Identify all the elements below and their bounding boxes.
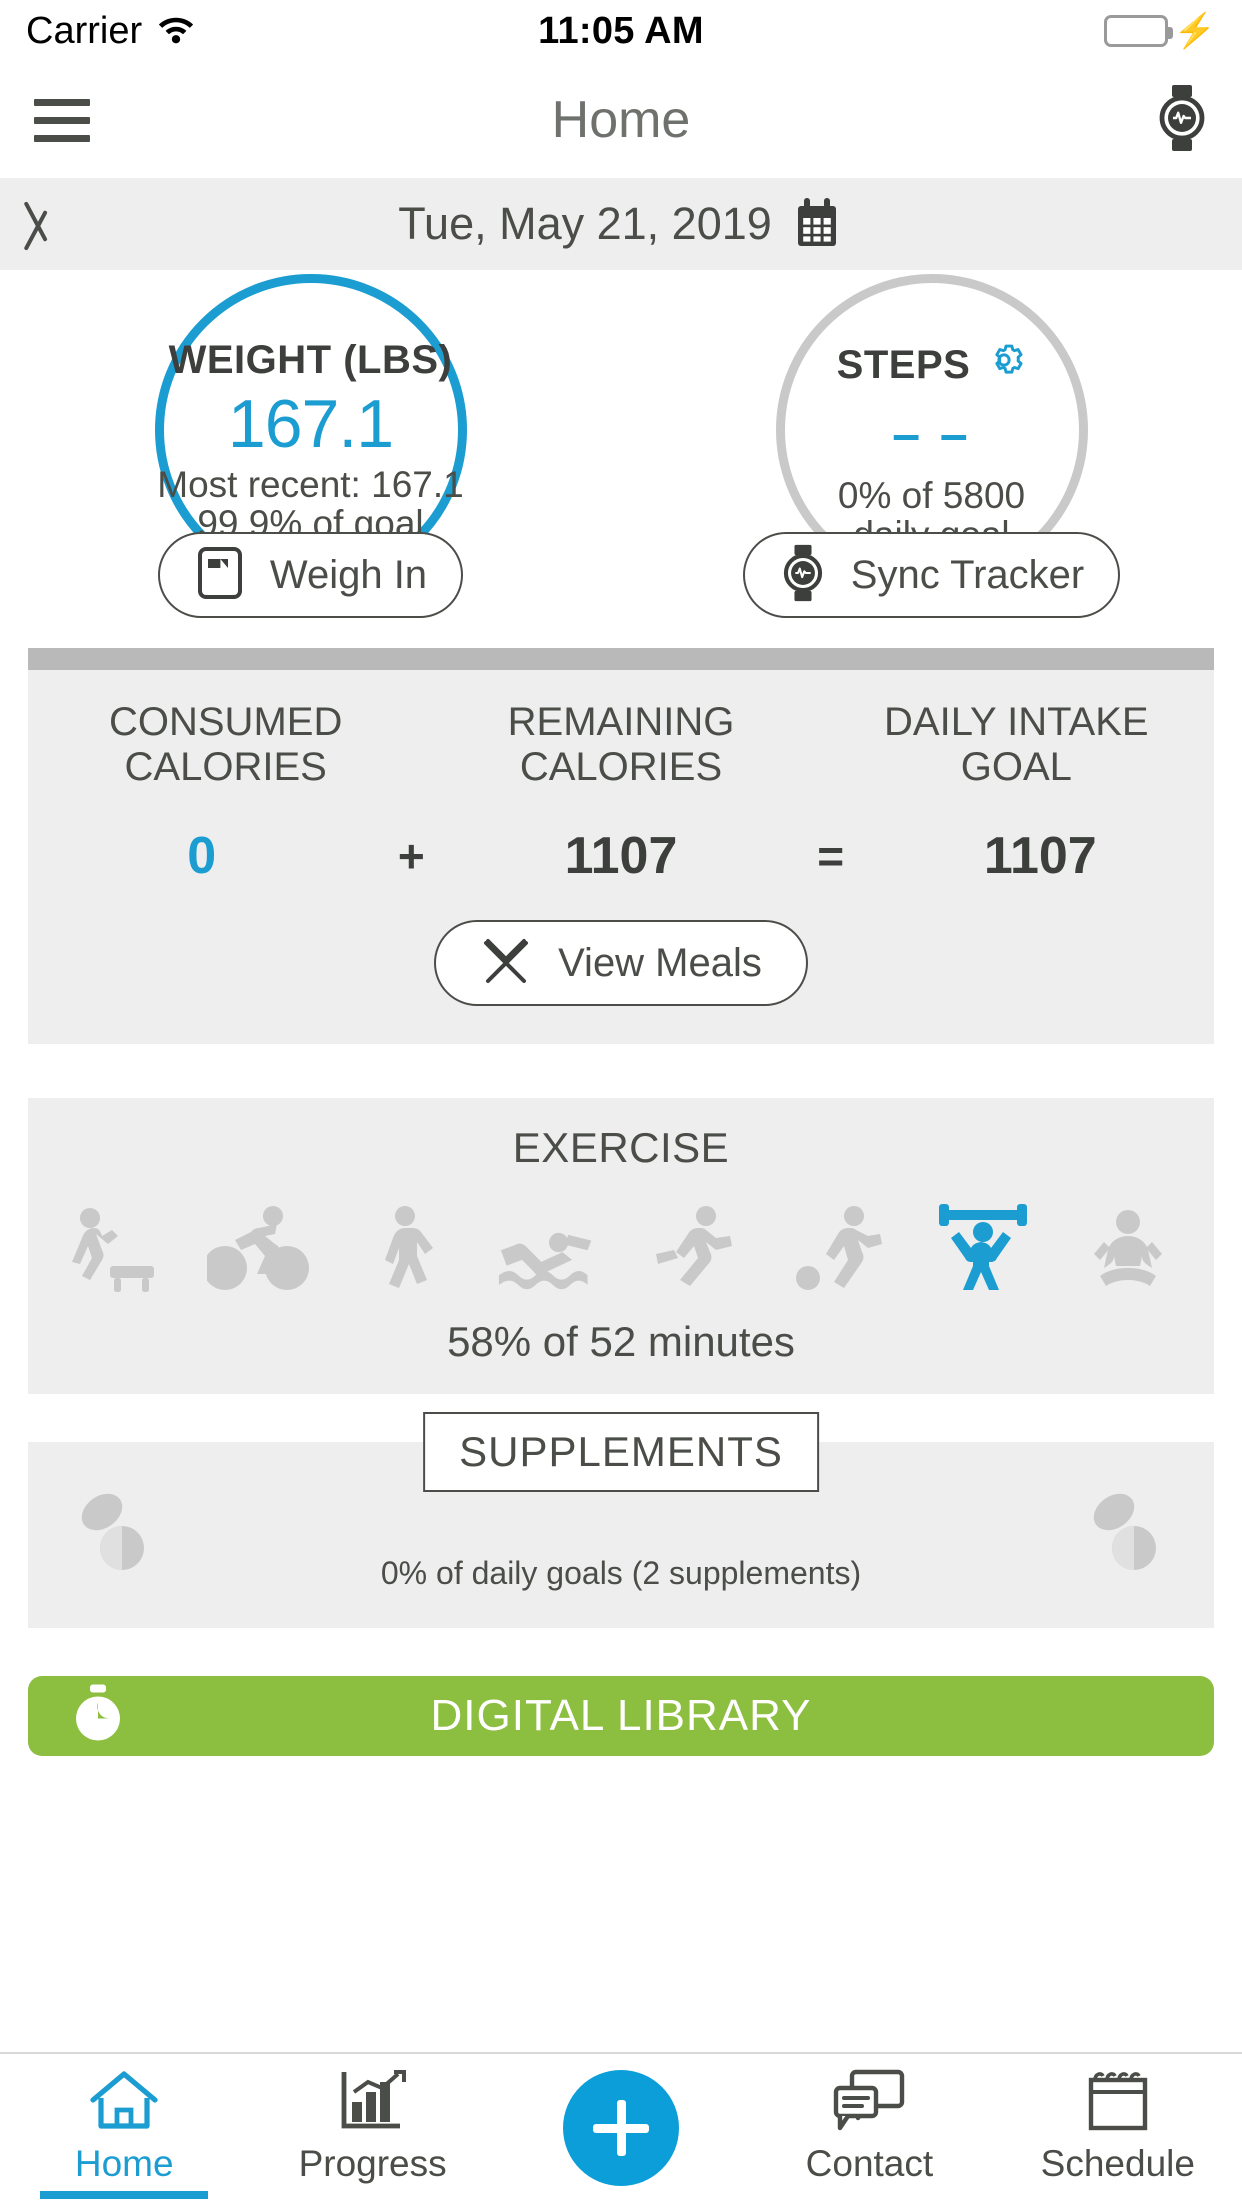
steps-card-title: STEPS: [837, 338, 1027, 392]
cycling-icon[interactable]: [206, 1200, 311, 1292]
remaining-calories-value: 1107: [564, 827, 678, 886]
tab-contact-label: Contact: [805, 2143, 934, 2184]
walking-icon[interactable]: [352, 1200, 456, 1292]
smartwatch-icon[interactable]: [1156, 84, 1208, 157]
calories-divider: [28, 648, 1214, 670]
calories-panel: CONSUMED CALORIES REMAINING CALORIES DAI…: [28, 670, 1214, 1045]
summary-cards: WEIGHT (LBS) 167.1 Most recent: 167.1 99…: [0, 270, 1242, 630]
consumed-header-line1: CONSUMED: [108, 700, 343, 744]
chevron-left-icon[interactable]: [40, 193, 80, 255]
running-icon[interactable]: [641, 1200, 745, 1292]
steps-card: STEPS – – 0% of 5800 daily goal: [621, 270, 1242, 630]
supplements-title: SUPPLEMENTS: [423, 1412, 819, 1493]
calories-headers: CONSUMED CALORIES REMAINING CALORIES DAI…: [28, 700, 1214, 790]
remaining-header-line2: CALORIES: [519, 745, 723, 790]
bottom-tab-bar: Home Progress Contact Schedule: [0, 2052, 1242, 2208]
plus-operator: +: [397, 830, 425, 883]
calories-values: 0 + 1107 = 1107: [28, 826, 1214, 886]
digital-library-button[interactable]: DIGITAL LIBRARY: [28, 1676, 1214, 1757]
soccer-icon[interactable]: [786, 1200, 890, 1292]
weight-card: WEIGHT (LBS) 167.1 Most recent: 167.1 99…: [0, 270, 621, 630]
view-meals-button[interactable]: View Meals: [434, 920, 808, 1007]
daily-intake-goal-value: 1107: [983, 827, 1097, 886]
home-icon: [87, 2068, 161, 2137]
weight-most-recent: Most recent: 167.1: [157, 463, 464, 505]
tab-progress[interactable]: Progress: [248, 2068, 496, 2185]
tab-home[interactable]: Home: [0, 2068, 248, 2199]
view-meals-label: View Meals: [558, 940, 762, 985]
tab-contact[interactable]: Contact: [745, 2068, 993, 2185]
active-tab-indicator: [40, 2191, 209, 2199]
supplements-progress-label: 0% of daily goals (2 supplements): [380, 1555, 862, 1592]
weightlifting-icon[interactable]: [931, 1200, 1035, 1292]
lightning-bolt-icon: ⚡: [1173, 12, 1216, 50]
consumed-header-line2: CALORIES: [124, 745, 327, 790]
weigh-in-button[interactable]: Weigh In: [157, 532, 464, 618]
calendar-icon: [1083, 2068, 1153, 2137]
date-display[interactable]: Tue, May 21, 2019: [0, 196, 1242, 253]
steps-value: – –: [892, 406, 971, 462]
swimming-icon[interactable]: [497, 1200, 601, 1292]
yoga-icon[interactable]: [1076, 1200, 1180, 1292]
view-meals-row: View Meals: [28, 920, 1214, 1007]
consumed-calories-value: 0: [187, 827, 217, 886]
chat-icon: [832, 2068, 906, 2137]
goal-header-line1: DAILY INTAKE: [884, 700, 1149, 744]
calories-section: CONSUMED CALORIES REMAINING CALORIES DAI…: [28, 648, 1214, 1045]
weight-value: 167.1: [227, 386, 394, 462]
sync-tracker-label: Sync Tracker: [850, 552, 1085, 597]
exercise-section: EXERCISE 58% of 52 minutes: [28, 1098, 1214, 1395]
supplements-section: SUPPLEMENTS 0% of daily goals (2 supplem…: [28, 1412, 1214, 1629]
weight-card-title: WEIGHT (LBS): [168, 338, 453, 382]
tab-home-label: Home: [74, 2143, 174, 2184]
goal-header-line2: GOAL: [960, 745, 1072, 790]
tab-progress-label: Progress: [298, 2143, 447, 2184]
cutlery-icon: [480, 935, 532, 992]
exercise-progress-label: 58% of 52 minutes: [447, 1318, 795, 1366]
chart-icon: [338, 2068, 408, 2137]
plus-icon[interactable]: [563, 2070, 680, 2186]
current-date-label: Tue, May 21, 2019: [398, 198, 772, 249]
weigh-in-label: Weigh In: [269, 552, 428, 597]
status-bar: Carrier 11:05 AM ⚡: [0, 0, 1242, 62]
steps-title-label: STEPS: [836, 342, 971, 387]
status-bar-time: 11:05 AM: [538, 9, 704, 52]
smartwatch-icon: [779, 544, 827, 607]
steps-goal-line1: 0% of 5800: [837, 475, 1026, 516]
equals-operator: =: [817, 830, 845, 883]
consumed-header: CONSUMED CALORIES: [28, 700, 423, 790]
gear-icon[interactable]: [982, 338, 1026, 392]
navigation-bar: Home: [0, 62, 1242, 178]
stretching-icon[interactable]: [62, 1200, 166, 1293]
exercise-title: EXERCISE: [512, 1124, 730, 1172]
remaining-header-line1: REMAINING: [507, 700, 735, 744]
page-title: Home: [551, 91, 691, 149]
battery-full-icon: [1103, 15, 1173, 47]
tab-schedule-label: Schedule: [1040, 2143, 1195, 2184]
tab-add[interactable]: [497, 2068, 745, 2192]
goal-header: DAILY INTAKE GOAL: [819, 700, 1214, 790]
exercise-icon-row: [28, 1172, 1214, 1293]
calendar-icon[interactable]: [794, 196, 844, 253]
tab-schedule[interactable]: Schedule: [994, 2068, 1242, 2185]
sync-tracker-button[interactable]: Sync Tracker: [742, 532, 1121, 618]
remaining-header: REMAINING CALORIES: [423, 700, 818, 790]
date-bar: Tue, May 21, 2019: [0, 178, 1242, 270]
status-bar-right: ⚡: [1103, 12, 1216, 50]
scale-icon: [194, 545, 246, 606]
digital-library-label: DIGITAL LIBRARY: [430, 1691, 812, 1741]
stopwatch-icon: [70, 1684, 126, 1748]
